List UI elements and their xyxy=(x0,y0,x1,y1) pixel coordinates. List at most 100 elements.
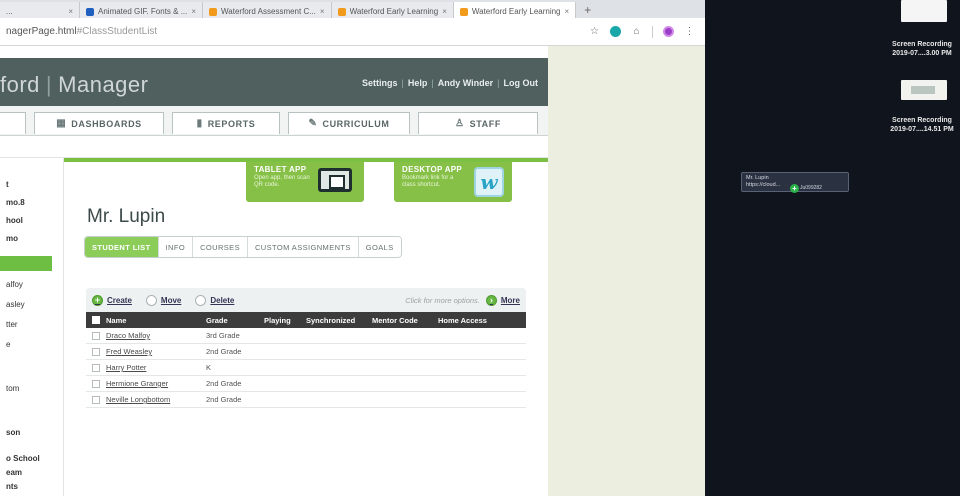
sidebar-item[interactable]: e xyxy=(6,340,10,349)
sidebar-active-indicator xyxy=(0,256,52,271)
browser-tab[interactable]: ... × xyxy=(0,2,80,18)
promo-subtitle: Open app, then scan QR code. xyxy=(254,175,310,188)
sidebar: t mo.8 hool mo alfoy asley tter e tom so… xyxy=(0,158,64,496)
close-icon[interactable]: × xyxy=(191,7,196,16)
profile-icon[interactable] xyxy=(663,26,674,37)
sidebar-item[interactable]: hool xyxy=(6,216,23,225)
table-row: Hermione Granger 2nd Grade xyxy=(86,376,526,392)
tab-custom-assignments[interactable]: CUSTOM ASSIGNMENTS xyxy=(247,237,359,257)
url-field[interactable]: nagerPage.html#ClassStudentList xyxy=(0,26,589,37)
sidebar-item[interactable]: asley xyxy=(6,300,25,309)
file-thumbnail[interactable] xyxy=(901,80,947,100)
sidebar-item[interactable]: tom xyxy=(6,384,19,393)
row-checkbox[interactable] xyxy=(92,331,100,340)
close-icon[interactable]: × xyxy=(320,7,325,16)
sidebar-item[interactable]: alfoy xyxy=(6,280,23,289)
row-checkbox[interactable] xyxy=(92,363,100,372)
main-content: TABLET APP Open app, then scan QR code. … xyxy=(64,158,548,496)
create-button[interactable]: + Create xyxy=(92,294,132,306)
header-links: Settings | Help | Andy Winder | Log Out xyxy=(362,78,538,88)
sidebar-item[interactable]: o School xyxy=(6,454,40,463)
sidebar-item[interactable]: tter xyxy=(6,320,18,329)
close-icon[interactable]: × xyxy=(68,7,73,16)
table-row: Fred Weasley 2nd Grade xyxy=(86,344,526,360)
browser-tab-active[interactable]: Waterford Early Learning × xyxy=(453,2,577,18)
main-nav: ▦ DASHBOARDS ▮ REPORTS ✎ CURRICULUM ♙ ST… xyxy=(0,106,548,136)
sidebar-item[interactable]: mo.8 xyxy=(6,198,25,207)
favicon-icon xyxy=(209,7,218,16)
tab-info[interactable]: INFO xyxy=(158,237,194,257)
column-header-name[interactable]: Name xyxy=(106,316,206,325)
file-label[interactable]: Screen Recording 2019-07....3.00 PM xyxy=(877,40,960,58)
settings-link[interactable]: Settings xyxy=(362,78,398,88)
sidebar-item[interactable]: eam xyxy=(6,468,22,477)
more-button[interactable]: › More xyxy=(485,294,520,306)
help-link[interactable]: Help xyxy=(408,78,428,88)
close-icon[interactable]: × xyxy=(565,7,570,16)
menu-icon[interactable]: ⋮ xyxy=(684,26,695,37)
user-name-link[interactable]: Andy Winder xyxy=(438,78,493,88)
brand-logo: ford | Manager xyxy=(0,72,149,97)
tab-goals[interactable]: GOALS xyxy=(358,237,401,257)
move-label: Move xyxy=(160,295,182,305)
nav-tab-reports[interactable]: ▮ REPORTS xyxy=(172,112,280,134)
column-header-playing[interactable]: Playing xyxy=(264,316,306,325)
add-icon: + xyxy=(790,184,799,193)
tablet-app-promo[interactable]: TABLET APP Open app, then scan QR code. xyxy=(246,162,364,202)
row-checkbox[interactable] xyxy=(92,379,100,388)
table-row: Neville Longbottom 2nd Grade xyxy=(86,392,526,408)
student-grade: 2nd Grade xyxy=(206,395,242,404)
row-checkbox[interactable] xyxy=(92,395,100,404)
sidebar-item[interactable]: son xyxy=(6,428,20,437)
nav-tab-curriculum[interactable]: ✎ CURRICULUM xyxy=(288,112,410,134)
browser-toolbar-icons: ☆ ⌂ ⋮ xyxy=(589,25,705,38)
browser-tab-label: Animated GIF. Fonts & ... xyxy=(98,7,188,16)
sidebar-item[interactable]: nts xyxy=(6,482,18,491)
student-name-link[interactable]: Hermione Granger xyxy=(106,379,206,388)
column-header-synchronized[interactable]: Synchronized xyxy=(306,316,372,325)
browser-tab[interactable]: Waterford Early Learning × xyxy=(331,2,454,18)
extension-icon[interactable] xyxy=(610,26,621,37)
browser-tab[interactable]: Waterford Assessment C... × xyxy=(203,2,332,18)
browser-tab-label: ... xyxy=(6,7,13,16)
column-header-mentor-code[interactable]: Mentor Code xyxy=(372,316,438,325)
column-header-home-access[interactable]: Home Access xyxy=(438,316,518,325)
sidebar-item[interactable]: mo xyxy=(6,234,18,243)
student-name-link[interactable]: Harry Potter xyxy=(106,363,206,372)
move-button[interactable]: Move xyxy=(145,294,182,306)
nav-tab-staff[interactable]: ♙ STAFF xyxy=(418,112,538,134)
close-icon[interactable]: × xyxy=(442,7,447,16)
new-tab-button[interactable]: + xyxy=(576,2,599,18)
address-bar: nagerPage.html#ClassStudentList ☆ ⌂ ⋮ xyxy=(0,18,705,46)
delete-button[interactable]: Delete xyxy=(195,294,234,306)
delete-icon xyxy=(195,294,207,306)
favicon-icon xyxy=(86,7,94,16)
extension-icon[interactable]: ⌂ xyxy=(631,26,642,37)
tab-courses[interactable]: COURSES xyxy=(193,237,248,257)
file-thumbnail[interactable] xyxy=(901,0,947,22)
drag-link-preview[interactable]: Mr. Lupin https://cloud... + Ju099282 xyxy=(741,172,849,193)
star-icon[interactable]: ☆ xyxy=(589,26,600,37)
file-label[interactable]: Screen Recording 2019-07....14.51 PM xyxy=(877,116,960,134)
row-checkbox[interactable] xyxy=(92,347,100,356)
create-label: Create xyxy=(107,295,132,305)
favicon-icon xyxy=(337,7,346,16)
sidebar-item[interactable]: t xyxy=(6,180,9,189)
select-all-checkbox[interactable] xyxy=(92,316,100,324)
desktop-app-promo[interactable]: DESKTOP APP Bookmark link for a class sh… xyxy=(394,162,512,202)
nav-tab-home[interactable] xyxy=(0,112,26,134)
logout-link[interactable]: Log Out xyxy=(504,78,539,88)
tab-student-list[interactable]: STUDENT LIST xyxy=(85,237,159,257)
arrow-right-icon: › xyxy=(485,294,497,306)
nav-tab-dashboards[interactable]: ▦ DASHBOARDS xyxy=(34,112,164,134)
student-grade: K xyxy=(206,363,212,372)
student-name-link[interactable]: Draco Malfoy xyxy=(106,331,206,340)
nav-tab-label: REPORTS xyxy=(207,118,256,129)
browser-tab-label: Waterford Early Learning xyxy=(471,7,561,16)
student-name-link[interactable]: Neville Longbottom xyxy=(106,395,206,404)
student-list-toolbar: + Create Move Delete Click for more opti… xyxy=(86,288,526,312)
student-name-link[interactable]: Fred Weasley xyxy=(106,347,206,356)
nav-tab-label: CURRICULUM xyxy=(322,118,390,129)
browser-tab[interactable]: Animated GIF. Fonts & ... × xyxy=(80,2,204,18)
column-header-grade[interactable]: Grade xyxy=(206,316,264,325)
